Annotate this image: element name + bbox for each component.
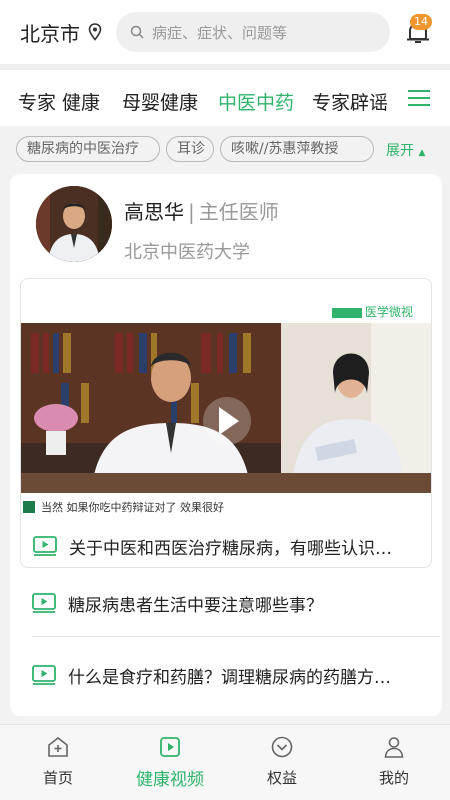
user-icon	[384, 737, 404, 758]
doctor-avatar[interactable]	[36, 186, 112, 262]
video-thumbnail	[21, 323, 431, 493]
tab-expert-health[interactable]: 专家 健康	[18, 88, 100, 115]
nav-health-video[interactable]: 健康视频	[120, 735, 220, 790]
video-icon	[160, 737, 180, 757]
video-list-item[interactable]: 糖尿病患者生活中要注意哪些事？	[32, 588, 420, 618]
tag-chip[interactable]: 耳诊	[166, 136, 214, 162]
search-input[interactable]: 病症、症状、问题等	[116, 12, 390, 52]
video-title: 关于中医和西医治疗糖尿病，有哪些认识…	[69, 538, 392, 559]
bottom-navigation: 首页 健康视频 权益 我的	[0, 724, 450, 800]
location-pin-icon[interactable]	[88, 23, 102, 41]
nav-benefits[interactable]: 权益	[232, 735, 332, 788]
video-list-title: 糖尿病患者生活中要注意哪些事？	[68, 595, 323, 616]
nav-health-video-label: 健康视频	[136, 770, 204, 790]
video-list-item[interactable]: 什么是食疗和药膳？调理糖尿病的药膳方…	[32, 660, 420, 690]
home-icon	[48, 736, 68, 757]
expand-button[interactable]: 展开 ▲	[386, 140, 425, 160]
nav-home-label: 首页	[42, 769, 73, 787]
tag-row: 糖尿病的中医治疗 耳诊 咳嗽//苏惠萍教授 展开 ▲	[0, 126, 450, 174]
nav-benefits-label: 权益	[266, 769, 297, 787]
name-separator: |	[188, 200, 195, 224]
video-list-title: 什么是食疗和药膳？调理糖尿病的药膳方…	[68, 667, 391, 688]
expand-chevron-icon: ▲	[418, 148, 426, 158]
search-icon	[130, 25, 144, 39]
menu-icon[interactable]	[408, 90, 430, 108]
video-play-icon	[32, 665, 56, 685]
video-logo: 医学微视	[331, 303, 413, 320]
tag-chip[interactable]: 糖尿病的中医治疗	[16, 136, 160, 162]
video-player[interactable]: 医学微视 当然 如果你吃中药辩证对了 效果很好 关于中医和西医治疗糖尿病，有哪些…	[20, 278, 432, 568]
notification-badge: 14	[410, 14, 432, 30]
top-bar: 北京市 病症、症状、问题等	[0, 0, 450, 64]
expand-label: 展开	[386, 143, 414, 159]
video-play-icon	[32, 593, 56, 613]
video-play-icon	[33, 536, 57, 556]
nav-home[interactable]: 首页	[8, 735, 108, 788]
doctor-organization: 北京中医药大学	[124, 242, 250, 263]
doctor-title: 主任医师	[198, 200, 279, 224]
tab-tcm[interactable]: 中医中药	[218, 88, 294, 115]
list-divider	[32, 636, 440, 637]
nav-profile-label: 我的	[378, 769, 409, 787]
tag-chip[interactable]: 咳嗽//苏惠萍教授	[220, 136, 374, 162]
tab-maternal-infant[interactable]: 母婴健康	[122, 88, 198, 115]
benefits-icon	[271, 736, 293, 758]
video-title-item[interactable]: 关于中医和西医治疗糖尿病，有哪些认识…	[33, 531, 421, 561]
category-tabs: 专家 健康 母婴健康 中医中药 专家辟谣	[0, 70, 450, 126]
nav-profile[interactable]: 我的	[344, 735, 444, 788]
video-subtitle: 当然 如果你吃中药辩证对了 效果很好	[21, 499, 431, 519]
tab-rumor-busting[interactable]: 专家辟谣	[312, 88, 388, 115]
doctor-video-card: 高思华 | 主任医师 北京中医药大学 医学微视 当然 如果你吃中药辩证对了 效果…	[10, 174, 442, 716]
city-selector[interactable]: 北京市	[20, 18, 80, 47]
doctor-name: 高思华	[124, 200, 184, 224]
doctor-name-line: 高思华 | 主任医师	[124, 196, 279, 225]
search-placeholder: 病症、症状、问题等	[152, 23, 288, 42]
